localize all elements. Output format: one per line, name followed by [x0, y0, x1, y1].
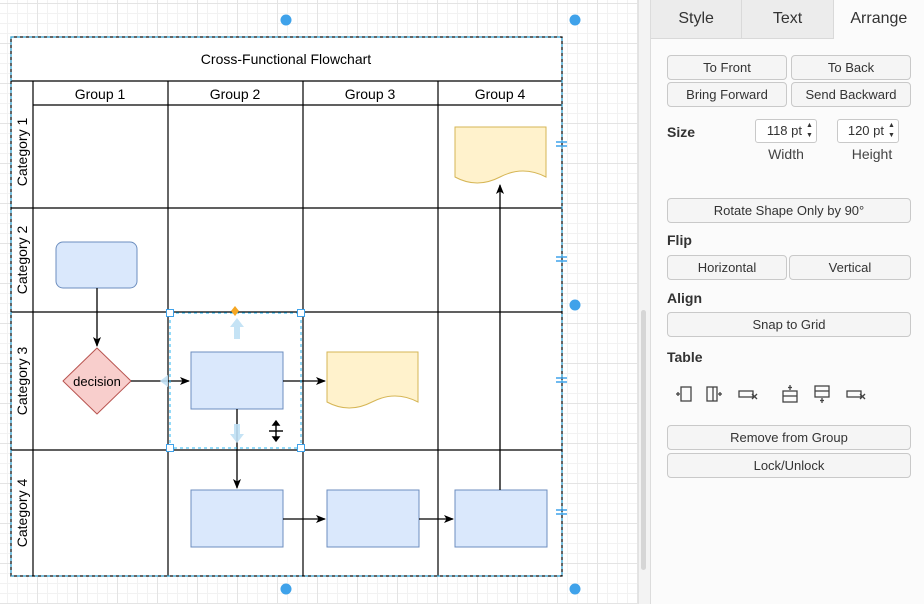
tab-style[interactable]: Style — [651, 0, 743, 38]
insert-row-before-icon[interactable] — [779, 383, 801, 405]
pool-resize-handle-top-right[interactable] — [569, 14, 581, 26]
remove-from-group-button[interactable]: Remove from Group — [667, 425, 911, 450]
row-header-category-3[interactable]: Category 3 — [14, 347, 30, 416]
format-panel-tabs: Style Text Arrange — [651, 0, 924, 39]
pool-resize-handle-bottom-right[interactable] — [569, 583, 581, 595]
process-shape-group-4-bottom[interactable] — [454, 489, 548, 548]
insert-column-before-icon[interactable] — [673, 383, 695, 405]
delete-column-icon[interactable] — [737, 383, 759, 405]
vertical-scrollbar-thumb[interactable] — [641, 310, 646, 570]
width-input[interactable]: 118 pt ▲ ▼ — [755, 119, 817, 143]
height-label: Height — [851, 146, 893, 162]
delete-row-icon[interactable] — [845, 383, 867, 405]
insert-row-after-icon[interactable] — [811, 383, 833, 405]
tab-arrange[interactable]: Arrange — [833, 0, 924, 39]
align-section-label: Align — [667, 290, 702, 306]
insert-column-after-icon[interactable] — [703, 383, 725, 405]
snap-to-grid-button[interactable]: Snap to Grid — [667, 312, 911, 337]
width-value: 118 pt — [766, 123, 802, 138]
process-shape-group-3-bottom[interactable] — [326, 489, 420, 548]
column-header-group-4[interactable]: Group 4 — [475, 86, 526, 102]
column-header-group-1[interactable]: Group 1 — [75, 86, 126, 102]
width-label: Width — [768, 146, 804, 162]
to-back-button[interactable]: To Back — [791, 55, 911, 80]
flip-section-label: Flip — [667, 232, 692, 248]
process-shape-group-2-bottom[interactable] — [190, 489, 284, 548]
size-section-label: Size — [667, 124, 696, 140]
height-value: 120 pt — [847, 123, 884, 138]
flip-horizontal-button[interactable]: Horizontal — [667, 255, 787, 280]
row-header-category-4[interactable]: Category 4 — [14, 479, 30, 548]
pool-title: Cross-Functional Flowchart — [201, 51, 371, 67]
process-shape-selected[interactable] — [190, 351, 284, 410]
decision-label: decision — [73, 374, 121, 389]
column-header-group-2[interactable]: Group 2 — [210, 86, 261, 102]
send-backward-button[interactable]: Send Backward — [791, 82, 911, 107]
process-shape-start[interactable] — [55, 241, 138, 289]
table-section-label: Table — [667, 349, 703, 365]
lock-unlock-button[interactable]: Lock/Unlock — [667, 453, 911, 478]
width-stepper-icon[interactable]: ▲ ▼ — [804, 121, 815, 141]
tab-text[interactable]: Text — [742, 0, 834, 38]
row-header-category-1[interactable]: Category 1 — [14, 118, 30, 187]
pool-resize-handle-top[interactable] — [280, 14, 292, 26]
height-stepper-icon[interactable]: ▲ ▼ — [886, 121, 897, 141]
diagram-svg[interactable]: Cross-Functional Flowchart Group 1 Group… — [0, 0, 638, 604]
rotate-shape-button[interactable]: Rotate Shape Only by 90° — [667, 198, 911, 223]
diagram-canvas[interactable]: Cross-Functional Flowchart Group 1 Group… — [0, 0, 638, 604]
to-front-button[interactable]: To Front — [667, 55, 787, 80]
pool-resize-handle-bottom[interactable] — [280, 583, 292, 595]
flip-vertical-button[interactable]: Vertical — [789, 255, 911, 280]
pool-resize-handle-right[interactable] — [569, 299, 581, 311]
bring-forward-button[interactable]: Bring Forward — [667, 82, 787, 107]
row-header-category-2[interactable]: Category 2 — [14, 226, 30, 295]
column-header-group-3[interactable]: Group 3 — [345, 86, 396, 102]
height-input[interactable]: 120 pt ▲ ▼ — [837, 119, 899, 143]
format-panel: Style Text Arrange To Front To Back Brin… — [650, 0, 924, 604]
